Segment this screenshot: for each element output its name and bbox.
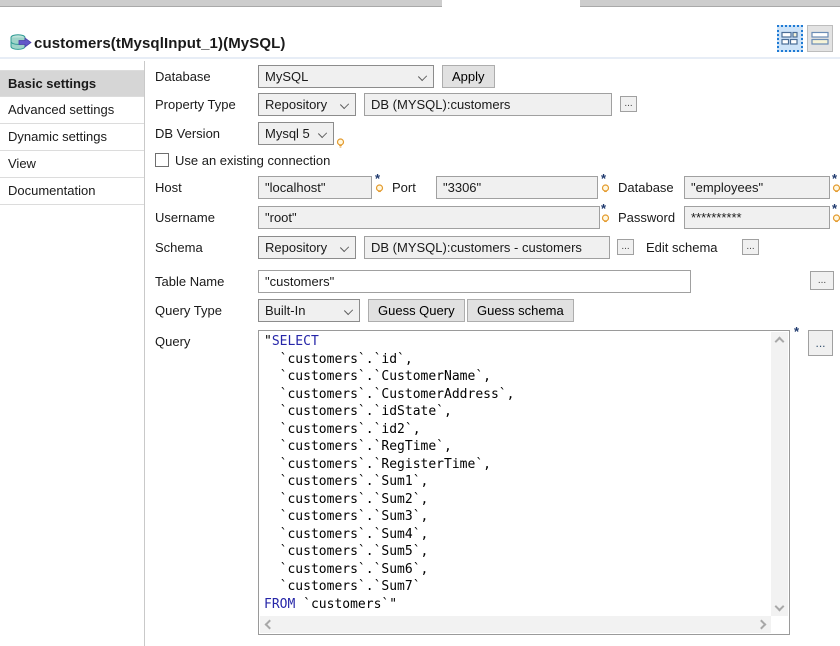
scroll-up-icon[interactable] bbox=[775, 337, 785, 347]
scroll-down-icon[interactable] bbox=[775, 602, 785, 612]
database-name-field[interactable]: "employees" bbox=[684, 176, 830, 199]
database-name-label: Database bbox=[618, 180, 674, 195]
table-name-browse-button[interactable]: ... bbox=[810, 271, 834, 290]
page-title: customers(tMysqlInput_1)(MySQL) bbox=[34, 35, 285, 52]
db-version-combo[interactable]: Mysql 5 bbox=[258, 122, 334, 145]
query-editor[interactable]: "SELECT `customers`.`id`, `customers`.`C… bbox=[258, 330, 790, 635]
lightbulb-icon bbox=[336, 138, 345, 149]
query-label: Query bbox=[155, 334, 190, 349]
port-label: Port bbox=[392, 180, 416, 195]
query-browse-button[interactable]: ... bbox=[808, 330, 833, 356]
password-label: Password bbox=[618, 210, 675, 225]
host-required-marker: * bbox=[375, 173, 387, 200]
db-version-hint bbox=[336, 136, 348, 154]
database-label: Database bbox=[155, 69, 211, 84]
property-repository-field[interactable]: DB (MYSQL):customers bbox=[364, 93, 612, 116]
chevron-down-icon bbox=[318, 129, 327, 138]
vertical-scrollbar[interactable] bbox=[771, 332, 788, 616]
lightbulb-icon bbox=[601, 214, 610, 225]
database-input-icon bbox=[10, 34, 32, 56]
lightbulb-icon bbox=[832, 214, 840, 225]
guess-query-button[interactable]: Guess Query bbox=[368, 299, 465, 322]
use-existing-connection-label: Use an existing connection bbox=[175, 153, 330, 168]
settings-sidebar: Basic settings Advanced settings Dynamic… bbox=[0, 61, 145, 646]
grid-layout-icon bbox=[781, 31, 799, 46]
sidebar-item-documentation[interactable]: Documentation bbox=[0, 178, 144, 205]
table-name-label: Table Name bbox=[155, 274, 224, 289]
sidebar-item-basic-settings[interactable]: Basic settings bbox=[0, 70, 144, 97]
host-label: Host bbox=[155, 180, 182, 195]
header: customers(tMysqlInput_1)(MySQL) bbox=[0, 8, 840, 59]
property-repository-browse-button[interactable]: ... bbox=[620, 96, 637, 112]
password-required-marker: * bbox=[832, 203, 840, 230]
chevron-down-icon bbox=[340, 100, 349, 109]
sidebar-item-dynamic-settings[interactable]: Dynamic settings bbox=[0, 124, 144, 151]
basic-settings-form: Database MySQL Apply Property Type Repos… bbox=[146, 60, 840, 646]
horizontal-scrollbar[interactable] bbox=[260, 616, 771, 633]
property-type-combo[interactable]: Repository bbox=[258, 93, 356, 116]
chevron-down-icon bbox=[344, 306, 353, 315]
query-text[interactable]: "SELECT `customers`.`id`, `customers`.`C… bbox=[264, 333, 767, 614]
table-name-field[interactable]: "customers" bbox=[258, 270, 691, 293]
schema-label: Schema bbox=[155, 240, 203, 255]
active-tab-notch bbox=[442, 0, 580, 8]
query-required-marker: * bbox=[794, 326, 806, 335]
username-label: Username bbox=[155, 210, 215, 225]
apply-button[interactable]: Apply bbox=[442, 65, 495, 88]
scroll-right-icon[interactable] bbox=[757, 620, 767, 630]
database-required-marker: * bbox=[832, 173, 840, 200]
username-required-marker: * bbox=[601, 203, 613, 230]
query-type-label: Query Type bbox=[155, 303, 222, 318]
tab-strip bbox=[0, 0, 840, 7]
schema-type-combo[interactable]: Repository bbox=[258, 236, 356, 259]
property-type-label: Property Type bbox=[155, 97, 236, 112]
schema-repository-field[interactable]: DB (MYSQL):customers - customers bbox=[364, 236, 610, 259]
query-type-combo[interactable]: Built-In bbox=[258, 299, 360, 322]
lightbulb-icon bbox=[832, 184, 840, 195]
guess-schema-button[interactable]: Guess schema bbox=[467, 299, 574, 322]
database-combo[interactable]: MySQL bbox=[258, 65, 434, 88]
password-field[interactable]: ********** bbox=[684, 206, 830, 229]
use-existing-connection-checkbox[interactable] bbox=[155, 153, 169, 167]
port-required-marker: * bbox=[601, 173, 613, 200]
component-settings-panel: customers(tMysqlInput_1)(MySQL) Basic se… bbox=[0, 0, 840, 646]
username-field[interactable]: "root" bbox=[258, 206, 600, 229]
edit-schema-label: Edit schema bbox=[646, 240, 718, 255]
host-field[interactable]: "localhost" bbox=[258, 176, 372, 199]
port-field[interactable]: "3306" bbox=[436, 176, 598, 199]
chevron-down-icon bbox=[340, 243, 349, 252]
schema-repository-browse-button[interactable]: ... bbox=[617, 239, 634, 255]
db-version-label: DB Version bbox=[155, 126, 220, 141]
edit-schema-button[interactable]: ... bbox=[742, 239, 759, 255]
sidebar-item-view[interactable]: View bbox=[0, 151, 144, 178]
sidebar-item-advanced-settings[interactable]: Advanced settings bbox=[0, 97, 144, 124]
scroll-left-icon[interactable] bbox=[265, 620, 275, 630]
row-layout-icon bbox=[811, 31, 829, 46]
lightbulb-icon bbox=[375, 184, 384, 195]
chevron-down-icon bbox=[418, 72, 427, 81]
row-layout-button[interactable] bbox=[807, 25, 833, 52]
lightbulb-icon bbox=[601, 184, 610, 195]
grid-layout-button[interactable] bbox=[777, 25, 803, 52]
